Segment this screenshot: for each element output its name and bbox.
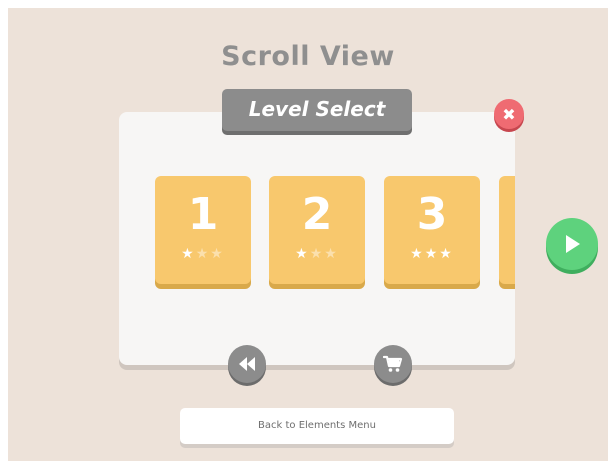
play-icon <box>566 235 580 253</box>
game-canvas: Scroll View 1 ★★★ 2 ★★★ 3 ★★★ Level Sele… <box>8 8 608 461</box>
level-tile-3[interactable]: 3 ★★★ <box>384 176 480 284</box>
close-icon: ✖ <box>502 104 516 124</box>
cart-icon <box>383 355 403 372</box>
level-stars: ★★★ <box>384 246 480 262</box>
play-button[interactable] <box>546 218 598 270</box>
rewind-icon <box>239 357 255 371</box>
level-number: 3 <box>416 189 448 240</box>
level-stars: ★★★ <box>269 246 365 262</box>
star-icon: ★ <box>439 246 454 262</box>
star-icon: ★ <box>210 246 225 262</box>
star-icon: ★ <box>324 246 339 262</box>
star-icon: ★ <box>424 246 440 262</box>
star-icon: ★ <box>181 246 196 262</box>
level-tile-2[interactable]: 2 ★★★ <box>269 176 365 284</box>
level-stars: ★★★ <box>155 246 251 262</box>
screen-title: Scroll View <box>221 41 395 72</box>
level-scroll-view[interactable]: 1 ★★★ 2 ★★★ 3 ★★★ <box>119 112 515 365</box>
back-to-menu-button[interactable]: Back to Elements Menu <box>180 408 454 444</box>
star-icon: ★ <box>309 246 325 262</box>
close-button[interactable]: ✖ <box>494 99 524 129</box>
star-icon: ★ <box>195 246 211 262</box>
shop-button[interactable] <box>374 345 412 383</box>
star-icon: ★ <box>295 246 310 262</box>
level-tile-1[interactable]: 1 ★★★ <box>155 176 251 284</box>
dialog-title: Level Select <box>222 89 412 131</box>
level-select-panel: 1 ★★★ 2 ★★★ 3 ★★★ <box>119 112 515 365</box>
rewind-button[interactable] <box>228 345 266 383</box>
level-tile-partial[interactable] <box>499 176 515 284</box>
level-number: 1 <box>187 189 219 240</box>
level-number: 2 <box>301 189 333 240</box>
star-icon: ★ <box>410 246 425 262</box>
